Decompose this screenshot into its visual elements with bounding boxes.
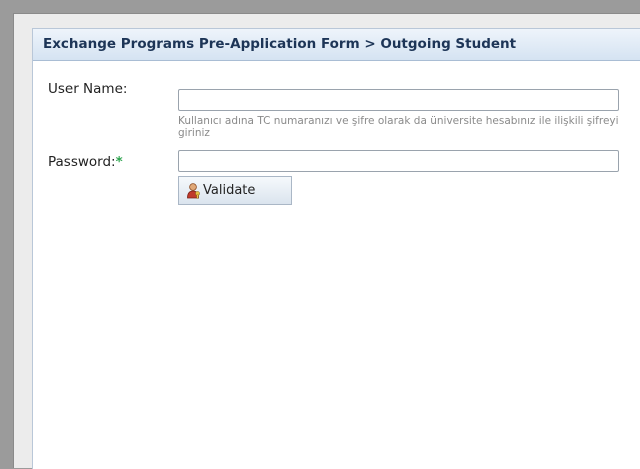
user-key-icon [185,182,202,199]
form-title: Exchange Programs Pre-Application Form >… [33,29,640,61]
username-input[interactable] [178,89,619,111]
required-mark: * [115,154,123,170]
page-frame: Exchange Programs Pre-Application Form >… [13,13,640,469]
username-hint: Kullanıcı adına TC numaranızı ve şifre o… [178,115,619,139]
validate-button[interactable]: Validate [178,176,292,205]
password-label-text: Password: [48,154,116,170]
validate-label: Validate [203,183,256,198]
password-label: Password:* [48,154,123,170]
form-panel: Exchange Programs Pre-Application Form >… [32,28,640,469]
username-label: User Name: [48,81,128,97]
password-input[interactable] [178,150,619,172]
